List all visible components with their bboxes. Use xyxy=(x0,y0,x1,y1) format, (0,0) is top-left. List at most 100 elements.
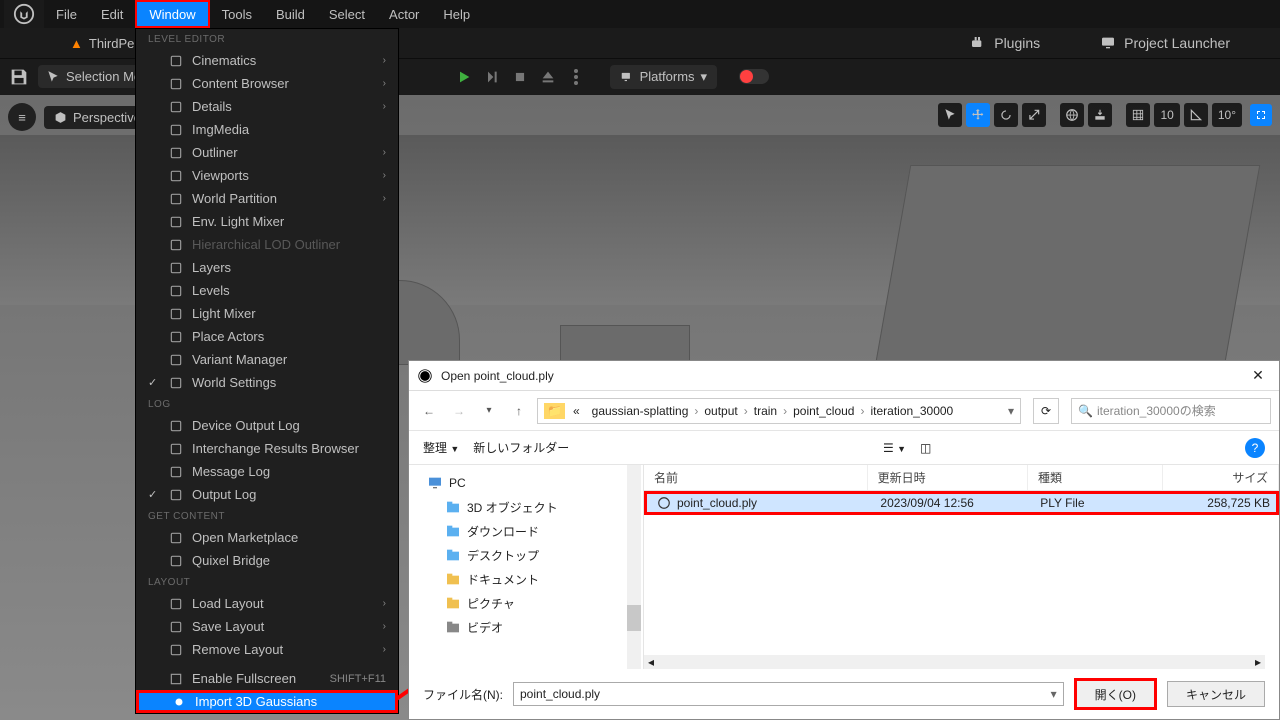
menu-remove-layout[interactable]: Remove Layout› xyxy=(136,638,398,661)
menu-levels[interactable]: Levels xyxy=(136,279,398,302)
col-type[interactable]: 種類 xyxy=(1028,465,1163,490)
plugins-button[interactable]: Plugins xyxy=(960,31,1050,55)
menu-file[interactable]: File xyxy=(44,0,89,28)
tree-item-3[interactable]: ドキュメント xyxy=(417,567,635,591)
menu-world-partition[interactable]: World Partition› xyxy=(136,187,398,210)
surface-snap-button[interactable] xyxy=(1088,103,1112,127)
ue-small-icon xyxy=(417,368,433,384)
menu-light-mixer[interactable]: Light Mixer xyxy=(136,302,398,325)
translate-tool-button[interactable] xyxy=(966,103,990,127)
dialog-close-button[interactable]: ✕ xyxy=(1245,363,1271,389)
col-date[interactable]: 更新日時 xyxy=(868,465,1028,490)
panel-icon xyxy=(168,352,184,368)
nav-up-button[interactable]: ↑ xyxy=(507,399,531,423)
chevron-down-icon[interactable]: ▾ xyxy=(1008,404,1014,418)
help-button[interactable]: ? xyxy=(1245,438,1265,458)
refresh-button[interactable]: ⟳ xyxy=(1033,398,1059,424)
menu-window[interactable]: Window xyxy=(135,0,209,28)
globe-tool-button[interactable] xyxy=(1060,103,1084,127)
menu-layers[interactable]: Layers xyxy=(136,256,398,279)
eject-button[interactable] xyxy=(536,65,560,89)
menu-viewports[interactable]: Viewports› xyxy=(136,164,398,187)
play-options-button[interactable] xyxy=(564,65,588,89)
platforms-dropdown[interactable]: Platforms ▾ xyxy=(610,65,717,89)
breadcrumb[interactable]: 📁 « gaussian-splattingoutputtrainpoint_c… xyxy=(537,398,1021,424)
select-tool-button[interactable] xyxy=(938,103,962,127)
rotate-tool-button[interactable] xyxy=(994,103,1018,127)
menu-device-output-log[interactable]: Device Output Log xyxy=(136,414,398,437)
h-scrollbar[interactable]: ◂ ▸ xyxy=(644,655,1265,669)
file-icon xyxy=(657,496,671,510)
step-button[interactable] xyxy=(480,65,504,89)
grid-snap-button[interactable] xyxy=(1126,103,1150,127)
menu-content-browser[interactable]: Content Browser› xyxy=(136,72,398,95)
scale-tool-button[interactable] xyxy=(1022,103,1046,127)
menu-output-log[interactable]: ✓Output Log xyxy=(136,483,398,506)
menu-open-marketplace[interactable]: Open Marketplace xyxy=(136,526,398,549)
angle-snap-button[interactable] xyxy=(1184,103,1208,127)
menu-variant-manager[interactable]: Variant Manager xyxy=(136,348,398,371)
crumb-gaussian-splatting[interactable]: gaussian-splatting xyxy=(588,404,693,418)
panel-icon xyxy=(168,619,184,635)
menu-world-settings[interactable]: ✓World Settings xyxy=(136,371,398,394)
tree-item-1[interactable]: ダウンロード xyxy=(417,519,635,543)
menu-enable-fullscreen[interactable]: Enable Fullscreen SHIFT+F11 xyxy=(136,667,398,690)
search-input[interactable]: 🔍 iteration_30000の検索 xyxy=(1071,398,1271,424)
col-name[interactable]: 名前 xyxy=(644,465,868,490)
open-button[interactable]: 開く(O) xyxy=(1074,678,1157,710)
nav-forward-button[interactable]: → xyxy=(447,399,471,423)
maximize-viewport-button[interactable] xyxy=(1250,104,1272,126)
menu-import-3d-gaussians[interactable]: Import 3D Gaussians xyxy=(136,690,398,713)
panel-icon xyxy=(168,375,184,391)
tree-item-0[interactable]: 3D オブジェクト xyxy=(417,495,635,519)
menu-section-layout: LAYOUT xyxy=(136,572,398,592)
list-header[interactable]: 名前 更新日時 種類 サイズ xyxy=(644,465,1279,491)
new-folder-button[interactable]: 新しいフォルダー xyxy=(473,439,569,456)
save-icon[interactable] xyxy=(8,66,30,88)
tree-item-5[interactable]: ビデオ xyxy=(417,615,635,639)
menu-build[interactable]: Build xyxy=(264,0,317,28)
tree-item-4[interactable]: ピクチャ xyxy=(417,591,635,615)
menu-select[interactable]: Select xyxy=(317,0,377,28)
nav-recent-button[interactable]: ▾ xyxy=(477,399,501,423)
stop-button[interactable] xyxy=(508,65,532,89)
crumb-train[interactable]: train xyxy=(750,404,781,418)
panel-icon xyxy=(168,418,184,434)
filename-input[interactable]: point_cloud.ply▾ xyxy=(513,682,1064,706)
tree-item-2[interactable]: デスクトップ xyxy=(417,543,635,567)
organize-button[interactable]: 整理 ▼ xyxy=(423,439,459,456)
preview-pane-button[interactable]: ◫ xyxy=(920,441,931,455)
menu-help[interactable]: Help xyxy=(431,0,482,28)
menu-message-log[interactable]: Message Log xyxy=(136,460,398,483)
menu-save-layout[interactable]: Save Layout› xyxy=(136,615,398,638)
menu-details[interactable]: Details› xyxy=(136,95,398,118)
view-options-button[interactable]: ☰ ▼ xyxy=(883,441,906,455)
col-size[interactable]: サイズ xyxy=(1163,465,1279,490)
viewport-menu-button[interactable]: ≡ xyxy=(8,103,36,131)
launcher-button[interactable]: Project Launcher xyxy=(1090,31,1240,55)
crumb-point_cloud[interactable]: point_cloud xyxy=(789,404,858,418)
file-row-pointcloud[interactable]: point_cloud.ply 2023/09/04 12:56 PLY Fil… xyxy=(644,491,1279,515)
menu-quixel-bridge[interactable]: Quixel Bridge xyxy=(136,549,398,572)
menu-actor[interactable]: Actor xyxy=(377,0,431,28)
menu-tools[interactable]: Tools xyxy=(210,0,264,28)
tree-item-pc[interactable]: PC xyxy=(417,471,635,495)
cancel-button[interactable]: キャンセル xyxy=(1167,681,1265,707)
menu-edit[interactable]: Edit xyxy=(89,0,135,28)
menu-imgmedia[interactable]: ImgMedia xyxy=(136,118,398,141)
menu-env-light-mixer[interactable]: Env. Light Mixer xyxy=(136,210,398,233)
menu-load-layout[interactable]: Load Layout› xyxy=(136,592,398,615)
menu-cinematics[interactable]: Cinematics› xyxy=(136,49,398,72)
menu-place-actors[interactable]: Place Actors xyxy=(136,325,398,348)
live-coding-toggle[interactable] xyxy=(739,69,769,84)
crumb-output[interactable]: output xyxy=(700,404,741,418)
crumb-iteration_30000[interactable]: iteration_30000 xyxy=(866,404,957,418)
menu-outliner[interactable]: Outliner› xyxy=(136,141,398,164)
filename-label: ファイル名(N): xyxy=(423,686,503,703)
tree-scrollbar[interactable] xyxy=(627,465,641,669)
menu-interchange-results-browser[interactable]: Interchange Results Browser xyxy=(136,437,398,460)
grid-snap-value[interactable]: 10 xyxy=(1154,103,1179,127)
play-button[interactable] xyxy=(452,65,476,89)
nav-back-button[interactable]: ← xyxy=(417,399,441,423)
angle-snap-value[interactable]: 10° xyxy=(1212,103,1242,127)
